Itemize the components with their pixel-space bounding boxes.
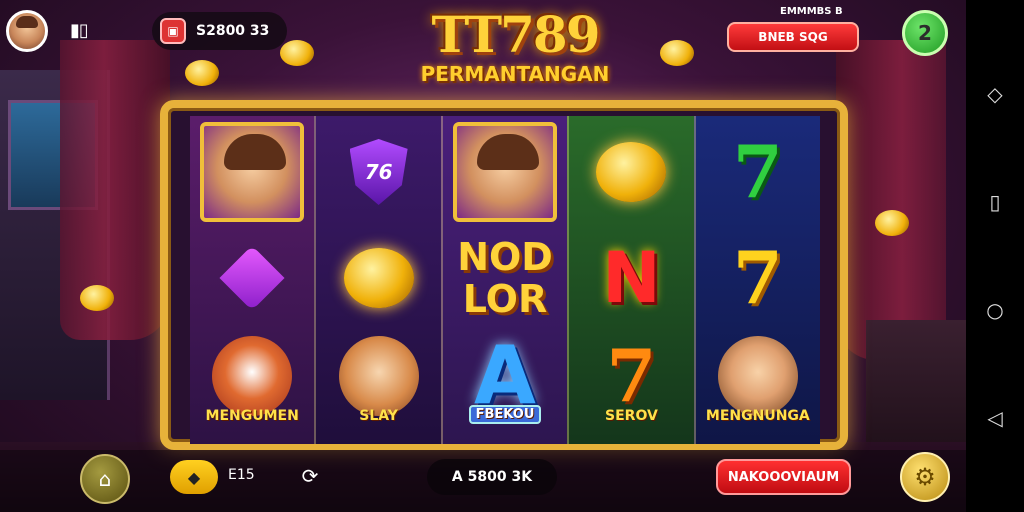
promo-caption: EMMMBS B	[780, 6, 843, 17]
word-line-1: NOD	[457, 235, 553, 279]
portrait-icon	[200, 122, 305, 222]
nav-icon[interactable]: ◇	[982, 81, 1008, 107]
portrait-icon	[453, 122, 558, 222]
reel-2: 76 SLAY	[314, 116, 441, 444]
symbol-seven-orange: 7 SEROV	[577, 326, 685, 426]
symbol-seven-green: 7	[704, 122, 812, 222]
symbol-seven-yellow: 7	[704, 228, 812, 328]
symbol-heart	[198, 228, 306, 328]
floating-coin	[875, 210, 909, 236]
hamster-icon	[338, 336, 419, 416]
floating-coin	[185, 60, 219, 86]
back-icon[interactable]: ◁	[982, 405, 1008, 431]
shield-icon: 76	[349, 139, 408, 205]
coin-stack-icon	[343, 248, 414, 308]
win-display: A 5800 3K	[427, 459, 557, 495]
gem-letter: A	[474, 329, 536, 422]
symbol-label: MENGNUNGA	[705, 408, 810, 424]
settings-button[interactable]: ⚙	[900, 452, 950, 502]
curtain-right	[836, 40, 946, 360]
menu-tab-icon[interactable]: ▮▯	[70, 20, 102, 42]
promo-button[interactable]: BNEB SQG	[727, 22, 859, 52]
symbol-gold-coin	[577, 122, 685, 222]
symbol-label: SLAY	[359, 408, 398, 424]
square-recents-icon[interactable]: ▯	[982, 189, 1008, 215]
reel-3: NOD LOR A FBEKOU	[440, 116, 568, 444]
bet-value: E15	[228, 467, 255, 483]
logo-subtitle: PERMANTANGAN	[420, 62, 610, 86]
symbol-critter: MENGUMEN	[198, 326, 306, 426]
bet-diamond-icon: ◆	[187, 467, 201, 487]
gear-icon: ⚙	[914, 463, 936, 491]
system-navbar: ◇ ▯ ○ ◁	[966, 0, 1024, 512]
symbol-shield: 76	[324, 122, 432, 222]
circle-home-icon[interactable]: ○	[982, 297, 1008, 323]
shield-text: 76	[364, 160, 393, 184]
symbol-coins	[324, 228, 432, 328]
floating-coin	[80, 285, 114, 311]
logo-title: TT789	[431, 5, 600, 64]
wallet-icon: ▣	[160, 18, 186, 44]
balance-value: S2800 33	[196, 23, 270, 39]
home-icon: ⌂	[98, 467, 112, 491]
reel-1: MENGUMEN	[190, 116, 315, 444]
bet-toggle[interactable]: ◆	[170, 460, 218, 494]
symbol-word: NOD LOR	[451, 228, 559, 328]
player-avatar[interactable]	[6, 10, 48, 52]
heart-gem-icon	[219, 245, 285, 311]
seven-yellow-icon: 7	[732, 235, 783, 320]
balance-pill: ▣ S2800 33	[152, 12, 287, 50]
spin-button[interactable]: NAKOOOVIAUM	[716, 459, 851, 495]
reel-5: 7 7 MENGNUNGA	[693, 116, 821, 444]
floating-coin	[660, 40, 694, 66]
symbol-label: FBEKOU	[468, 405, 542, 424]
gold-coin-icon	[596, 142, 667, 202]
symbol-label: SEROV	[605, 408, 658, 424]
symbol-portrait-girl	[198, 122, 306, 222]
side-table	[866, 320, 966, 460]
reels: MENGUMEN 76 SLAY NOD LOR A FBEKOU N 7 SE…	[190, 116, 821, 444]
girl-character-icon	[717, 336, 798, 416]
curtain-left	[60, 40, 170, 340]
game-logo: TT789 PERMANTANGAN	[400, 8, 630, 103]
floating-coin	[280, 40, 314, 66]
symbol-hamster: SLAY	[324, 326, 432, 426]
word-block: NOD LOR	[457, 236, 553, 320]
reels-frame: MENGUMEN 76 SLAY NOD LOR A FBEKOU N 7 SE…	[160, 100, 848, 450]
home-button[interactable]: ⌂	[80, 454, 130, 504]
symbol-girl: MENGNUNGA	[704, 326, 812, 426]
seven-green-icon: 7	[732, 129, 783, 214]
letter-n: N	[602, 237, 661, 319]
word-line-2: LOR	[462, 277, 548, 321]
seven-orange-icon: 7	[606, 333, 657, 418]
symbol-gem-a: A FBEKOU	[451, 326, 559, 426]
symbol-letter-n: N	[577, 228, 685, 328]
reel-4: N 7 SEROV	[567, 116, 694, 444]
level-badge[interactable]: 2	[902, 10, 948, 56]
symbol-portrait-woman	[451, 122, 559, 222]
red-critter-icon	[212, 336, 293, 416]
autoplay-icon[interactable]: ⟳	[297, 464, 323, 488]
symbol-label: MENGUMEN	[205, 408, 299, 424]
